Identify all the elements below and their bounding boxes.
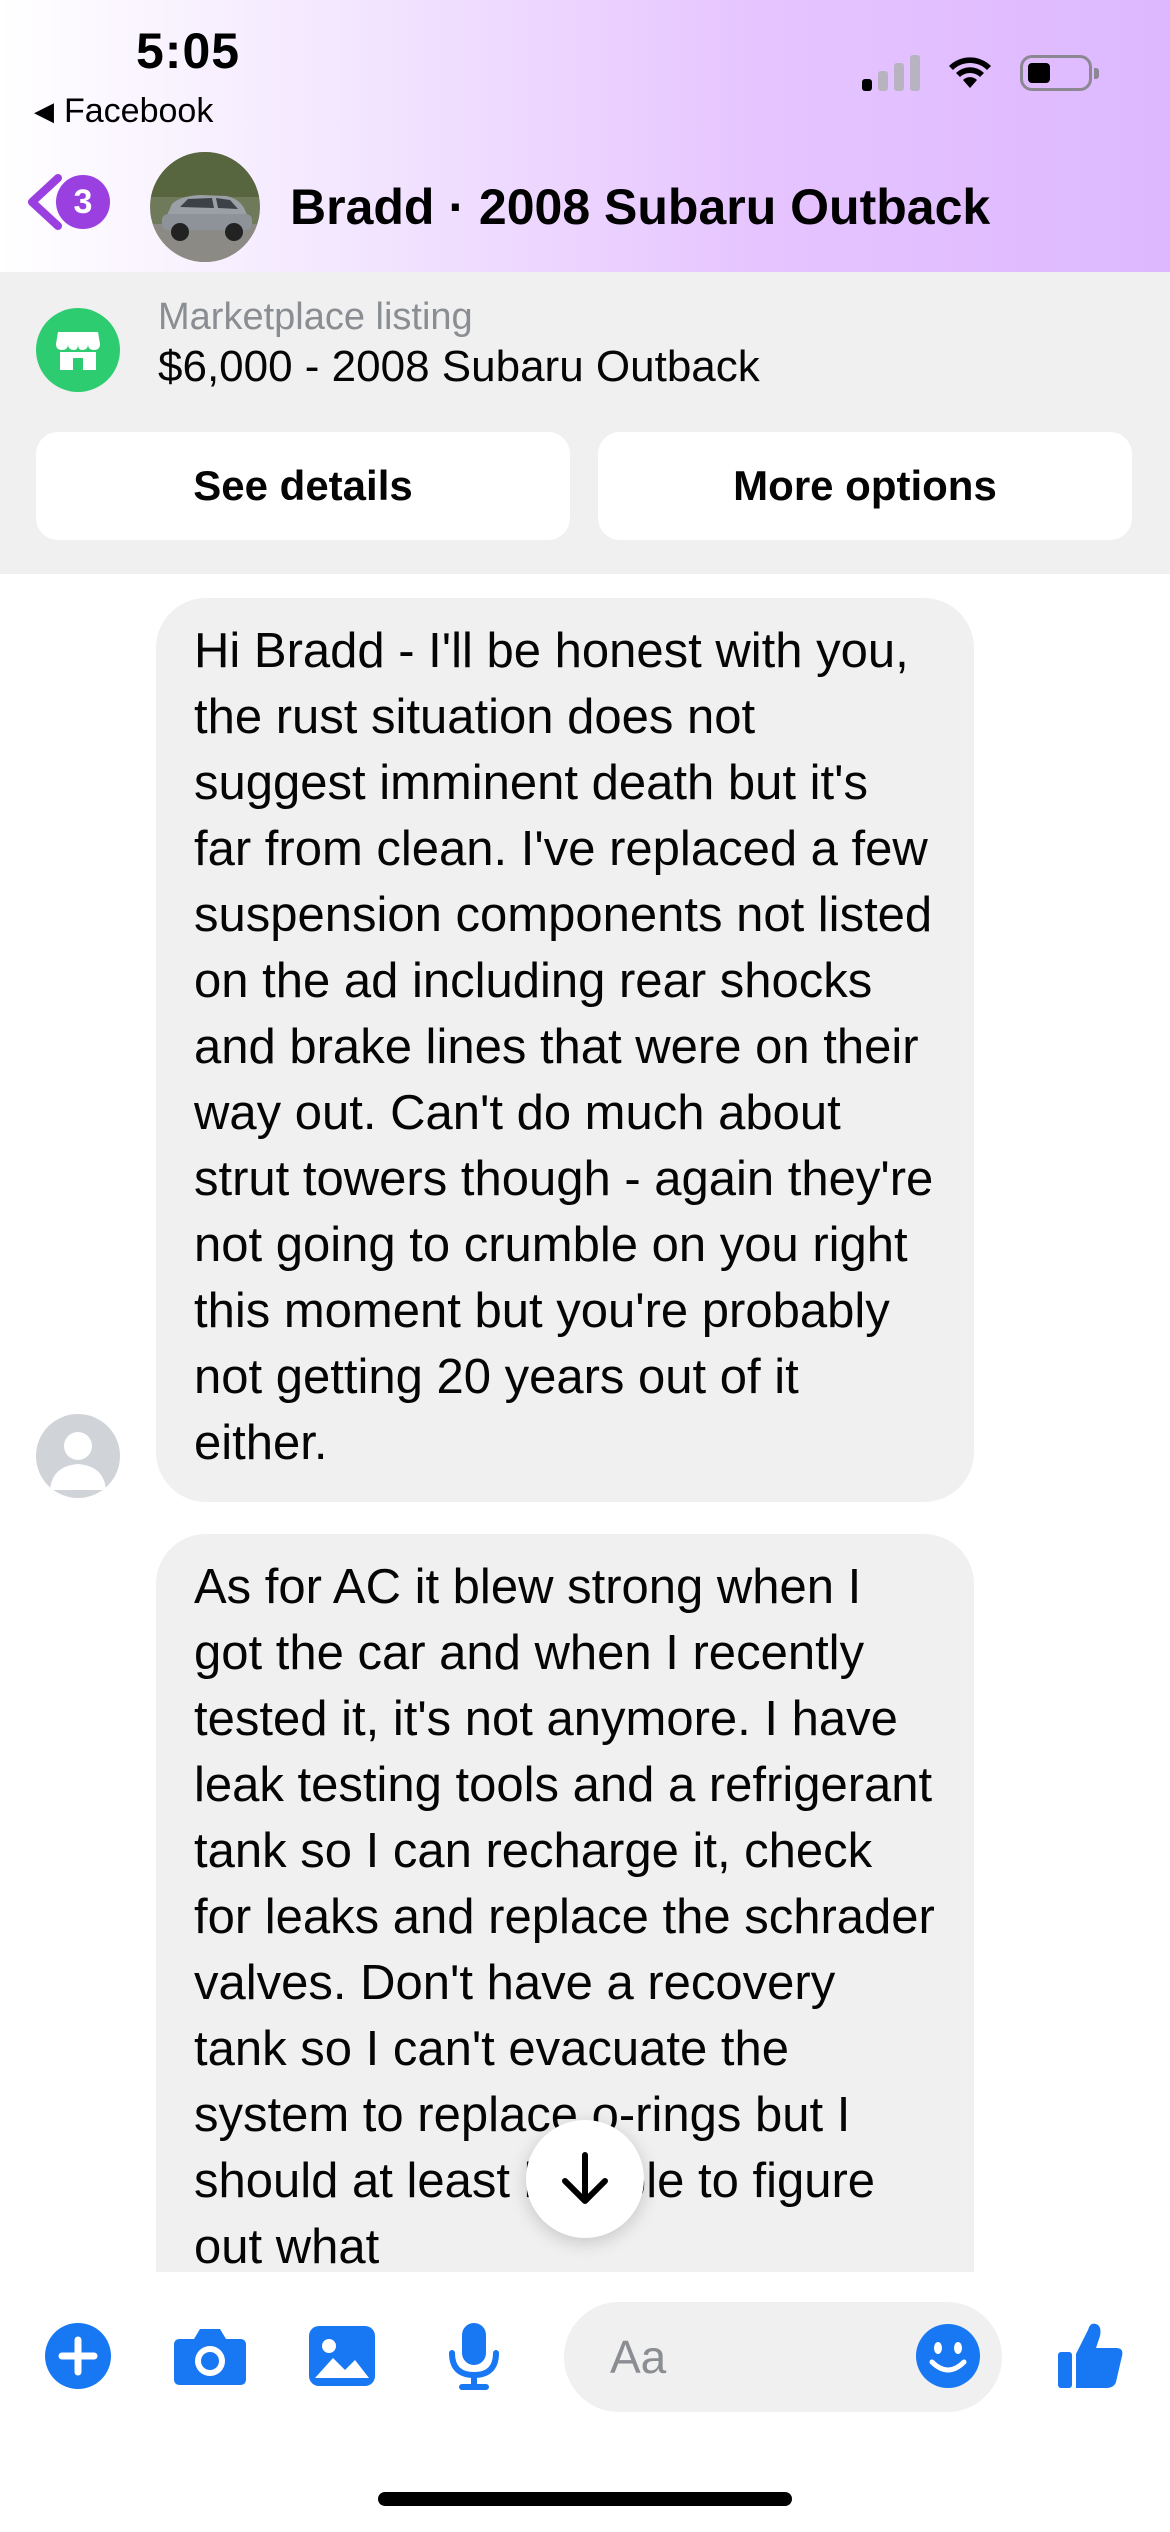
listing-avatar[interactable]: [150, 152, 260, 262]
marketplace-listing-panel: Marketplace listing $6,000 - 2008 Subaru…: [0, 272, 1170, 574]
microphone-icon[interactable]: [432, 2314, 516, 2398]
battery-icon: [1020, 55, 1099, 91]
image-icon[interactable]: [300, 2314, 384, 2398]
listing-kicker: Marketplace listing: [158, 296, 473, 338]
listing-title[interactable]: $6,000 - 2008 Subaru Outback: [158, 342, 760, 392]
emoji-icon[interactable]: [906, 2314, 990, 2398]
default-avatar-icon: [50, 1432, 106, 1490]
marketplace-shop-icon: [36, 308, 120, 392]
home-indicator[interactable]: [378, 2492, 792, 2506]
scroll-to-bottom-button[interactable]: [526, 2120, 644, 2238]
see-details-button[interactable]: See details: [36, 432, 570, 540]
back-triangle-icon: ◀: [34, 96, 54, 126]
camera-icon[interactable]: [168, 2314, 252, 2398]
thumbs-up-icon[interactable]: [1048, 2314, 1132, 2398]
wifi-icon: [949, 57, 991, 88]
top-bar: 5:05 ◀ Facebook 3 Bradd · 2008 Subaru Ou…: [0, 0, 1170, 272]
back-button[interactable]: 3: [20, 172, 110, 232]
sender-avatar[interactable]: [36, 1414, 120, 1498]
unread-count-badge: 3: [56, 175, 110, 229]
thread-title[interactable]: Bradd · 2008 Subaru Outback: [290, 178, 990, 236]
cellular-signal-icon: [862, 55, 920, 91]
status-icons: [862, 55, 1099, 91]
more-options-button[interactable]: More options: [598, 432, 1132, 540]
message-bubble[interactable]: Hi Bradd - I'll be honest with you, the …: [156, 598, 974, 1502]
back-to-app-link[interactable]: ◀ Facebook: [34, 92, 213, 131]
plus-icon[interactable]: [36, 2314, 120, 2398]
arrow-down-icon: [562, 2152, 608, 2204]
status-time: 5:05: [136, 23, 241, 79]
back-app-label: Facebook: [64, 92, 214, 130]
